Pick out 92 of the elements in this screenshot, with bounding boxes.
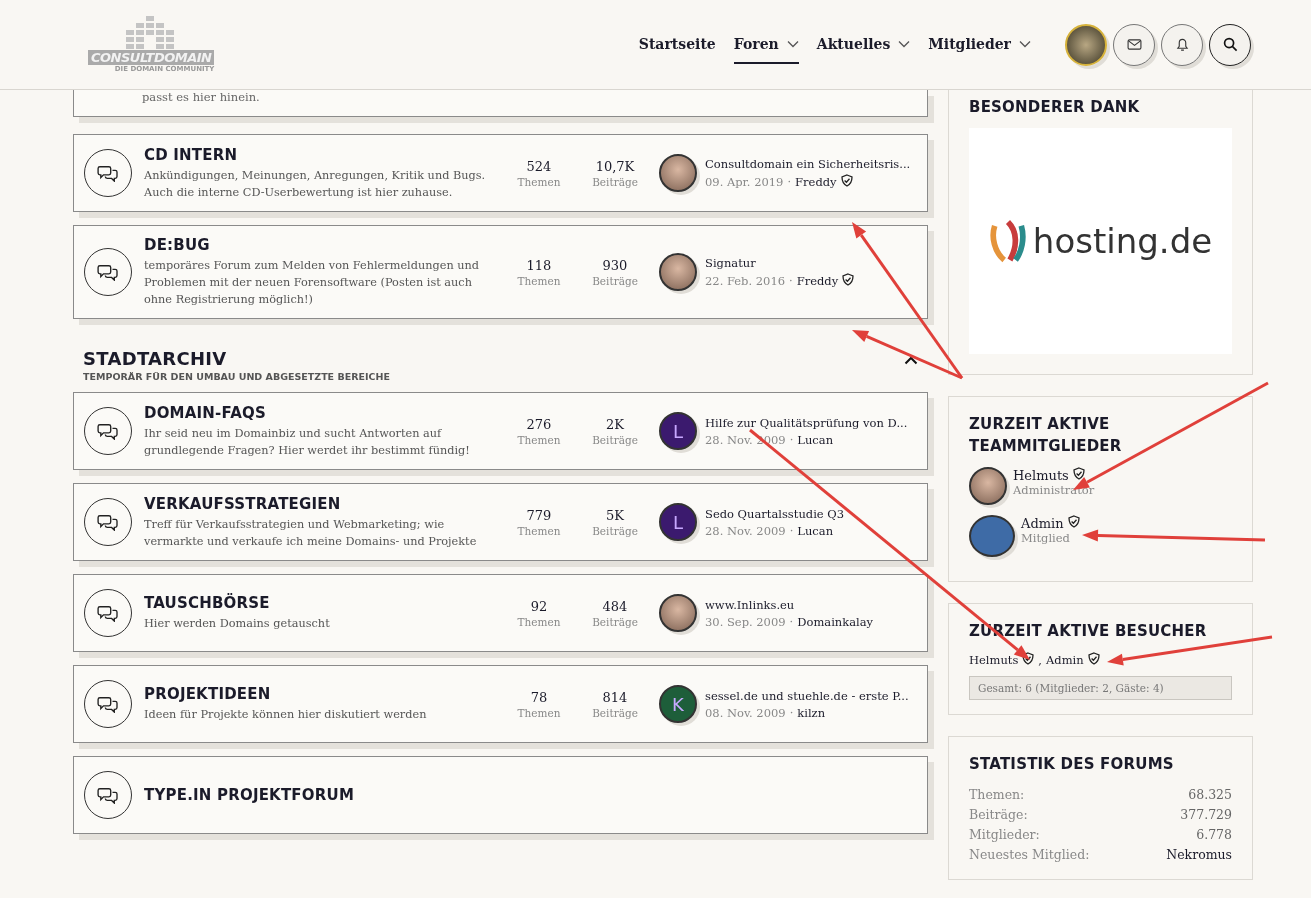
- sponsor-banner[interactable]: hosting.de: [969, 128, 1232, 354]
- last-post-date: 30. Sep. 2009: [705, 614, 786, 629]
- section-title: STADTARCHIV: [83, 348, 228, 369]
- stat-label: Neuestes Mitglied:: [969, 846, 1090, 864]
- block-title: ZURZEIT AKTIVE TEAMMITGLIEDER: [969, 414, 1123, 457]
- forum-description: temporäres Forum zum Melden von Fehlermeldungen und Problemen mit der neuen Forensoftware (Posten ist auch ohne Registrierung möglich!): [144, 258, 481, 308]
- topic-count: 779: [526, 507, 552, 523]
- separator-dot: ·: [789, 523, 794, 538]
- last-post-date: 08. Nov. 2009: [705, 705, 786, 720]
- forum-description: Ideen für Projekte können hier diskutiert werden: [144, 707, 428, 723]
- section-subtitle: TEMPORÄR FÜR DEN UMBAU UND ABGESETZTE BEREICHE: [83, 371, 390, 382]
- separator-dot: ·: [789, 614, 794, 629]
- logo-name: CONSULTDOMAIN: [88, 50, 215, 65]
- visitor-name[interactable]: Admin: [1046, 653, 1084, 667]
- post-label: Beiträge: [592, 706, 638, 719]
- topic-count: 92: [530, 598, 548, 614]
- post-label: Beiträge: [592, 175, 638, 188]
- stat-value[interactable]: Nekromus: [1166, 845, 1232, 865]
- stat-value: 6.778: [1196, 826, 1232, 844]
- topic-count: 118: [526, 257, 552, 273]
- member-role: Mitglied: [1021, 531, 1071, 545]
- last-post-title[interactable]: www.Inlinks.eu: [705, 597, 874, 612]
- post-count: 2K: [606, 416, 624, 432]
- stat-value: 68.325: [1188, 786, 1232, 804]
- nav-tab[interactable]: Aktuelles: [816, 25, 911, 64]
- last-post-title[interactable]: Consultdomain ein Sicherheitsris...: [705, 156, 911, 171]
- post-label: Beiträge: [592, 274, 638, 287]
- topic-count: 78: [530, 689, 548, 705]
- letter-avatar[interactable]: L: [659, 412, 697, 450]
- letter-avatar[interactable]: K: [659, 685, 697, 723]
- topic-label: Themen: [517, 706, 561, 719]
- forum-title[interactable]: TAUSCHBÖRSE: [144, 594, 495, 612]
- post-count: 5K: [606, 507, 624, 523]
- separator-dot: ·: [789, 273, 793, 288]
- member-name[interactable]: Helmuts: [1013, 467, 1069, 483]
- visitor-total: Gesamt: 6 (Mitglieder: 2, Gäste: 4): [969, 676, 1232, 700]
- last-post-user[interactable]: kilzn: [797, 705, 826, 720]
- topic-label: Themen: [517, 433, 561, 446]
- topic-label: Themen: [517, 524, 561, 537]
- nav-tab[interactable]: Startseite: [638, 25, 716, 64]
- forum-description: Hier werden Domains getauscht: [144, 616, 331, 632]
- last-post-date: 28. Nov. 2009: [705, 523, 786, 538]
- letter-avatar[interactable]: L: [659, 503, 697, 541]
- post-label: Beiträge: [592, 433, 638, 446]
- last-post-date: 09. Apr. 2019: [705, 174, 784, 189]
- forum-description: Treff für Verkaufsstrategien und Webmarketing; wie vermarkte und verkaufe ich meine Domains- und Projekte: [144, 516, 478, 550]
- separator-comma: ,: [1038, 653, 1042, 667]
- forum-description: passt es hier hinein.: [142, 90, 260, 104]
- last-post-date: 22. Feb. 2016: [705, 273, 786, 288]
- stat-label: Themen:: [969, 786, 1025, 804]
- post-label: Beiträge: [592, 615, 638, 628]
- stat-label: Mitglieder:: [969, 826, 1040, 844]
- forum-title[interactable]: DE:BUG: [144, 236, 495, 254]
- forum-description: Ihr seid neu im Domainbiz und sucht Antworten auf grundlegende Fragen? Hier werdet ihr bestimmt fündig!: [144, 425, 471, 459]
- visitor-name[interactable]: Helmuts: [969, 653, 1019, 667]
- nav-tab[interactable]: Mitglieder: [928, 25, 1031, 64]
- topic-count: 524: [526, 158, 552, 174]
- last-post-user[interactable]: Lucan: [797, 523, 834, 538]
- post-count: 930: [602, 257, 628, 273]
- block-title: BESONDERER DANK: [969, 97, 1141, 118]
- block-title: STATISTIK DES FORUMS: [969, 754, 1175, 775]
- stat-label: Beiträge:: [969, 806, 1028, 824]
- post-count: 814: [602, 689, 628, 705]
- forum-title[interactable]: CD INTERN: [144, 145, 495, 164]
- member-role: Administrator: [1013, 483, 1095, 497]
- topic-count: 276: [526, 416, 552, 432]
- last-post-user[interactable]: Freddy: [796, 273, 839, 288]
- stat-value: 377.729: [1180, 806, 1232, 824]
- forum-description: Ankündigungen, Meinungen, Anregungen, Kritik und Bugs. Auch die interne CD-Userbewertung ist hier zuhause.: [144, 167, 487, 201]
- last-post-title[interactable]: sessel.de und stuehle.de - erste P...: [705, 688, 909, 703]
- post-count: 484: [602, 598, 628, 614]
- post-label: Beiträge: [592, 524, 638, 537]
- separator-dot: ·: [787, 174, 792, 189]
- sponsor-name: hosting.de: [1032, 221, 1213, 261]
- member-name[interactable]: Admin: [1021, 515, 1064, 531]
- forum-title[interactable]: VERKAUFSSTRATEGIEN: [144, 494, 495, 513]
- last-post-title[interactable]: Sedo Quartalsstudie Q3: [705, 506, 845, 521]
- forum-title[interactable]: TYPE.IN PROJEKTFORUM: [144, 786, 917, 804]
- topic-label: Themen: [517, 175, 561, 188]
- post-count: 10,7K: [595, 158, 635, 174]
- last-post-user[interactable]: Domainkalay: [797, 614, 874, 629]
- last-post-user[interactable]: Lucan: [797, 432, 834, 447]
- separator-dot: ·: [789, 432, 794, 447]
- last-post-title[interactable]: Signatur: [705, 255, 855, 270]
- last-post-user[interactable]: Freddy: [795, 174, 837, 189]
- separator-dot: ·: [789, 705, 794, 720]
- last-post-title[interactable]: Hilfe zur Qualitätsprüfung von D...: [705, 415, 908, 430]
- forum-title[interactable]: DOMAIN-FAQS: [144, 403, 495, 422]
- topic-label: Themen: [517, 615, 561, 628]
- forum-title[interactable]: PROJEKTIDEEN: [144, 685, 495, 703]
- nav-tab[interactable]: Foren: [733, 25, 799, 64]
- topic-label: Themen: [517, 274, 561, 287]
